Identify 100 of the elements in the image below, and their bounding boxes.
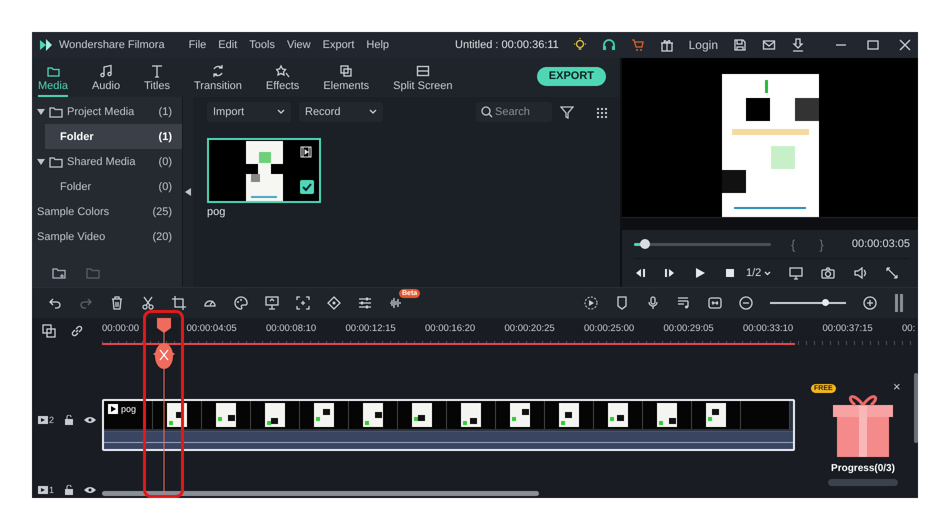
grid-view-icon[interactable] [594, 105, 608, 119]
ruler-label: 00:00:00 [102, 322, 140, 334]
microphone-icon[interactable] [646, 296, 660, 310]
login-link[interactable]: Login [688, 38, 718, 52]
collapse-arrow-icon[interactable] [37, 158, 45, 166]
track-number: 1 [38, 485, 54, 495]
ruler-label: 00:00:20:25 [504, 322, 556, 334]
camera-icon[interactable] [821, 266, 836, 280]
chroma-key-icon[interactable] [265, 296, 279, 310]
monitor-icon[interactable] [789, 266, 804, 280]
tab[interactable]: Transition [194, 58, 242, 97]
headset-icon[interactable] [602, 38, 616, 52]
volume-icon[interactable] [853, 266, 868, 280]
ruler-label: 00:00:37:15 [822, 322, 874, 334]
ruler-label: 00:00:16:20 [425, 322, 476, 334]
filter-icon[interactable] [560, 105, 574, 119]
sidebar-item[interactable]: Shared Media (0) [32, 149, 182, 174]
gift-icon[interactable] [660, 38, 674, 52]
link-icon[interactable] [70, 324, 84, 338]
collapse-arrow-icon[interactable] [37, 108, 45, 116]
zoom-thumb[interactable] [822, 299, 829, 306]
maximize-icon[interactable] [866, 38, 880, 52]
play-icon [108, 404, 118, 414]
eye-icon[interactable] [84, 416, 96, 424]
menu-item[interactable]: Help [366, 37, 390, 53]
scissors-icon[interactable] [141, 296, 155, 310]
tab[interactable]: Titles [144, 58, 170, 97]
menu-item[interactable]: Edit [218, 37, 238, 53]
logo-icon [38, 37, 54, 53]
media-name: pog [207, 206, 226, 218]
slider-thumb[interactable] [640, 238, 650, 248]
zoom-in-icon[interactable] [863, 296, 877, 310]
lightbulb-icon[interactable] [572, 38, 587, 52]
palette-icon[interactable] [234, 296, 248, 310]
menu-item[interactable]: Export [322, 37, 354, 53]
previous-frame-icon[interactable] [634, 267, 646, 279]
keyframe-icon[interactable] [327, 296, 341, 310]
save-icon[interactable] [733, 38, 747, 52]
panel-toggle-icon[interactable] [894, 294, 904, 312]
marker-icon[interactable] [615, 296, 629, 310]
lock-icon[interactable] [64, 485, 74, 495]
video-clip[interactable]: pog [102, 399, 795, 451]
sidebar-item[interactable]: Folder (0) [45, 174, 182, 199]
split-icon [416, 64, 430, 78]
text-icon [150, 64, 164, 78]
menu-item[interactable]: File [188, 37, 206, 53]
ruler-label: 00:00:33:10 [743, 322, 794, 334]
video-track-icon [38, 416, 48, 424]
sidebar-item[interactable]: Sample Video (20) [32, 224, 182, 249]
progress-label: Progress(0/3) [831, 463, 895, 474]
ruler-label: 00:00:08:10 [266, 322, 318, 334]
play-icon[interactable] [694, 267, 706, 279]
tab[interactable]: Split Screen [393, 58, 452, 97]
render-icon[interactable] [584, 296, 598, 310]
export-button[interactable]: EXPORT [536, 67, 606, 86]
sidebar-item[interactable]: Project Media (1) [32, 99, 182, 124]
fit-icon[interactable] [708, 296, 722, 310]
zoom-out-icon[interactable] [739, 296, 753, 310]
cart-icon[interactable] [630, 38, 645, 52]
download-icon[interactable] [791, 38, 805, 52]
menu-item[interactable]: Tools [249, 37, 275, 53]
mail-icon[interactable] [762, 38, 776, 52]
stabilize-icon[interactable] [296, 296, 310, 310]
collapse-icon[interactable] [185, 188, 191, 196]
delete-icon[interactable] [110, 296, 124, 310]
new-folder-icon[interactable] [52, 267, 66, 279]
tab[interactable]: Audio [92, 58, 120, 97]
sidebar-item[interactable]: Folder (1) [45, 124, 182, 149]
stop-icon[interactable] [724, 267, 736, 279]
voiceover-icon[interactable] [677, 296, 691, 310]
elements-icon [339, 64, 354, 78]
sidebar-item[interactable]: Sample Colors (25) [32, 199, 182, 224]
folder-icon [49, 106, 63, 118]
app-name: Wondershare Filmora [59, 39, 165, 51]
search-field[interactable]: Search [476, 102, 552, 122]
close-icon[interactable] [898, 38, 912, 52]
tab[interactable]: Effects [266, 58, 300, 97]
crop-icon[interactable] [172, 296, 186, 310]
chevron-icon [277, 109, 285, 115]
project-title: Untitled : 00:00:36:11 [455, 39, 559, 51]
import-dropdown[interactable]: Import [207, 102, 291, 122]
close-button[interactable]: × [893, 379, 901, 394]
ruler-label: 00:00:12:15 [346, 322, 397, 334]
horizontal-scrollbar[interactable] [102, 491, 539, 496]
fullscreen-icon[interactable] [885, 266, 900, 280]
adjust-icon[interactable] [358, 296, 372, 310]
speed-dropdown[interactable]: 1/2 [746, 267, 772, 279]
vertical-scrollbar[interactable] [914, 373, 918, 443]
eye-icon[interactable] [84, 486, 96, 494]
add-track-icon[interactable] [42, 324, 56, 338]
next-frame-icon[interactable] [664, 267, 676, 279]
checkbox-icon[interactable] [300, 180, 314, 194]
playhead[interactable] [153, 318, 175, 498]
transition-icon [210, 64, 225, 78]
lock-icon[interactable] [64, 415, 74, 425]
menu-item[interactable]: View [286, 37, 311, 53]
redo-icon[interactable] [79, 296, 93, 310]
record-dropdown[interactable]: Record [299, 102, 383, 122]
tab[interactable]: Elements [323, 58, 370, 97]
undo-icon[interactable] [48, 296, 62, 310]
